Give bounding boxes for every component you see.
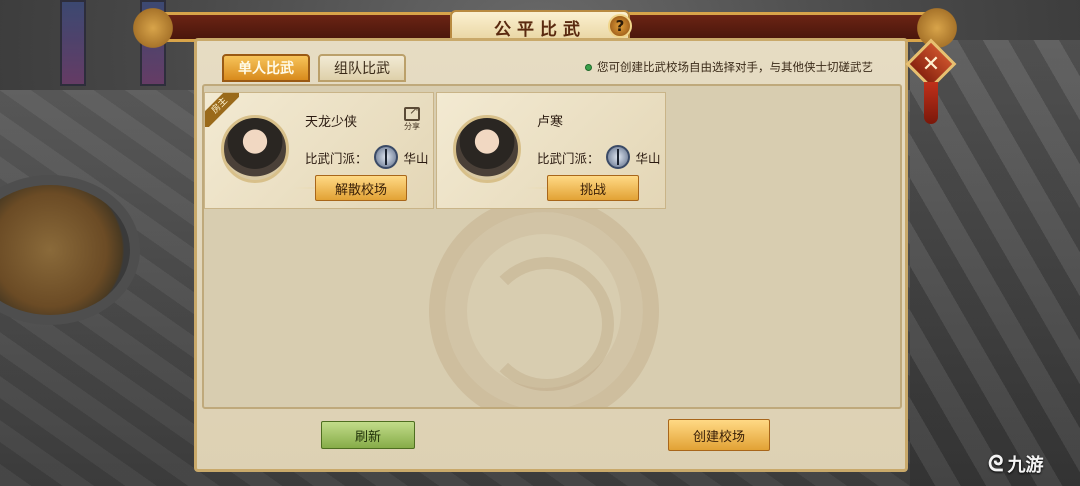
school-label: 比武门派： [305, 150, 368, 166]
background-banner [60, 0, 86, 86]
dragon-emblem-icon [429, 196, 659, 407]
share-icon [404, 103, 420, 121]
bullet-icon [585, 63, 592, 71]
create-arena-button[interactable]: 创建校场 [668, 419, 770, 451]
avatar[interactable] [453, 115, 521, 183]
school-row: 比武门派： 华山 [537, 145, 661, 169]
notice-text: 您可创建比武校场自由选择对手，与其他侠士切磋武艺 [597, 60, 873, 74]
notice-text-row: 您可创建比武校场自由选择对手，与其他侠士切磋武艺 [585, 58, 895, 76]
share-label: 分享 [404, 122, 420, 131]
refresh-button[interactable]: 刷新 [321, 421, 415, 449]
tab-single-duel[interactable]: 单人比武 [222, 54, 310, 82]
share-button[interactable]: 分享 [399, 103, 425, 135]
school-label: 比武门派： [537, 150, 600, 166]
dismiss-arena-button[interactable]: 解散校场 [315, 175, 407, 201]
arena-card: 卢寒 比武门派： 华山 挑战 [436, 92, 666, 209]
player-name: 卢寒 [537, 115, 564, 130]
school-name: 华山 [635, 150, 661, 166]
challenge-button[interactable]: 挑战 [547, 175, 639, 201]
sword-school-icon [373, 145, 398, 169]
tassel-decoration [924, 82, 938, 124]
avatar[interactable] [221, 115, 289, 183]
help-button[interactable]: ? [608, 14, 632, 38]
watermark-logo: ᘓ 九游 [988, 449, 1074, 479]
school-name: 华山 [403, 150, 429, 166]
tab-team-duel[interactable]: 组队比武 [318, 54, 406, 82]
watermark-text: 九游 [1007, 455, 1044, 476]
school-row: 比武门派： 华山 [305, 145, 429, 169]
jiuyou-logo-icon: ᘓ [988, 451, 1004, 477]
player-name: 天龙少侠 [305, 115, 358, 130]
sword-school-icon [605, 145, 630, 169]
arena-card: 房主 天龙少侠 分享 比武门派： 华山 解散校场 [204, 92, 434, 209]
